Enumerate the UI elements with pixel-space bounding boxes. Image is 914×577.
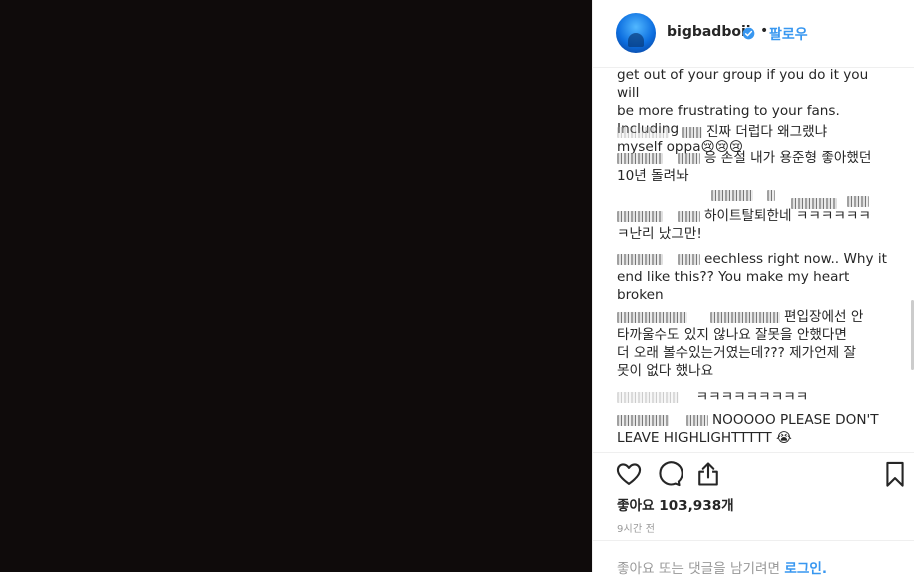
follow-button[interactable]: 팔로우 xyxy=(769,24,808,44)
login-prompt-bar: 좋아요 또는 댓글을 남기려면 로그인. xyxy=(593,540,914,577)
comment-text: 타까울수도 있지 않나요 잘못을 안했다면 xyxy=(617,327,847,343)
post-image[interactable] xyxy=(0,0,592,572)
login-prompt-text: 좋아요 또는 댓글을 남기려면 xyxy=(617,561,781,577)
username-link[interactable]: bigbadboii xyxy=(667,24,751,40)
blurred-username xyxy=(685,414,708,426)
blurred-username xyxy=(617,126,669,138)
comment: 진짜 더럽다 왜그랬냐 xyxy=(617,123,887,141)
blurred-username xyxy=(847,196,869,207)
comment-text: 응 손절 내가 용준형 좋아했던 xyxy=(703,150,872,166)
comment-text: 진짜 더럽다 왜그랬냐 xyxy=(705,124,828,140)
comment-text: NOOOOO PLEASE DON'T xyxy=(711,412,879,428)
post-timestamp[interactable]: 9시간 전 xyxy=(617,520,655,535)
post-header: bigbadboii • 팔로우 xyxy=(593,0,914,68)
avatar[interactable] xyxy=(616,13,656,53)
separator-dot: • xyxy=(760,23,769,39)
comment: ㅋㅋㅋㅋㅋㅋㅋㅋㅋ xyxy=(617,388,887,406)
blurred-username xyxy=(677,152,700,164)
comment-text: 10년 돌려놔 xyxy=(617,168,689,184)
blurred-username xyxy=(617,253,663,265)
comment: 편입장에선 안 타까울수도 있지 않나요 잘못을 안했다면 더 오래 볼수있는거… xyxy=(617,308,887,380)
login-prompt: 좋아요 또는 댓글을 남기려면 로그인. xyxy=(617,557,827,577)
blurred-username xyxy=(709,311,780,323)
blurred-username xyxy=(617,210,663,222)
comment: 응 손절 내가 용준형 좋아했던 10년 돌려놔 xyxy=(617,149,887,185)
comment-text: end like this?? You make my heart broken xyxy=(617,269,850,303)
action-bar xyxy=(593,452,914,454)
like-count[interactable]: 좋아요 103,938개 xyxy=(617,494,734,514)
comment-text: LEAVE HIGHLIGHTTTTT 😭 xyxy=(617,430,792,446)
comment-text: 더 오래 볼수있는거였는데??? 제가언제 잘 xyxy=(617,345,857,361)
heart-icon[interactable] xyxy=(615,460,643,488)
blurred-username xyxy=(677,210,700,222)
instagram-post-view: bigbadboii • 팔로우 get out of your group i… xyxy=(0,0,914,577)
comment: get out of your group if you do it you w… xyxy=(617,68,887,156)
blurred-username xyxy=(681,126,702,138)
verified-badge-icon xyxy=(742,27,755,40)
share-icon[interactable] xyxy=(694,460,722,488)
comment-icon[interactable] xyxy=(655,460,683,488)
blurred-username xyxy=(711,190,753,201)
comment-text: ㅋㅋㅋㅋㅋㅋㅋㅋㅋ xyxy=(695,389,809,405)
post-side-panel: bigbadboii • 팔로우 get out of your group i… xyxy=(592,0,914,577)
comment: NOOOOO PLEASE DON'T LEAVE HIGHLIGHTTTTT … xyxy=(617,411,887,447)
blurred-username xyxy=(617,152,663,164)
blurred-username xyxy=(617,391,679,403)
comment-text: 하이트탈퇴한네 ㅋㅋㅋㅋㅋㅋ xyxy=(703,208,871,224)
comment: 하이트탈퇴한네 ㅋㅋㅋㅋㅋㅋ ㅋ난리 났그만! xyxy=(617,207,887,243)
comment-text: 못이 없다 했나요 xyxy=(617,363,714,379)
blurred-username xyxy=(677,253,700,265)
comments-list[interactable]: get out of your group if you do it you w… xyxy=(617,68,907,452)
login-link[interactable]: 로그인. xyxy=(784,561,827,577)
blurred-username xyxy=(617,414,669,426)
blurred-username xyxy=(767,190,775,201)
comment-text: eechless right now.. Why it xyxy=(703,251,887,267)
comment-text: ㅋ난리 났그만! xyxy=(617,226,702,242)
bookmark-icon[interactable] xyxy=(881,460,909,488)
comment: eechless right now.. Why it end like thi… xyxy=(617,250,887,304)
blurred-username xyxy=(617,311,687,323)
comment-text: 편입장에선 안 xyxy=(783,309,864,325)
comment-text: get out of your group if you do it you w… xyxy=(617,68,869,101)
